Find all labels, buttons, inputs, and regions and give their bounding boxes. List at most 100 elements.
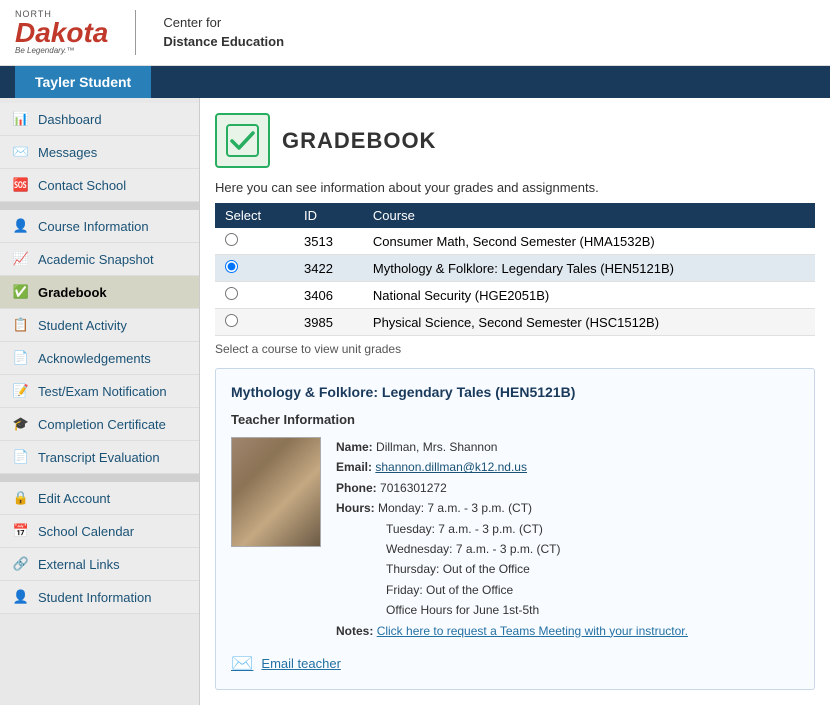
- teacher-email-link[interactable]: shannon.dillman@k12.nd.us: [375, 460, 527, 474]
- teacher-notes-link[interactable]: Click here to request a Teams Meeting wi…: [377, 624, 688, 638]
- sidebar-label-contact-school: Contact School: [38, 178, 126, 193]
- teacher-section-title: Teacher Information: [231, 412, 799, 427]
- table-row: 3513 Consumer Math, Second Semester (HMA…: [215, 228, 815, 255]
- gradebook-icon: ✅: [12, 283, 30, 301]
- logo-divider: [135, 10, 136, 55]
- sidebar-label-external-links: External Links: [38, 557, 120, 572]
- sidebar-item-gradebook[interactable]: ✅ Gradebook: [0, 276, 199, 309]
- radio-course-3[interactable]: [225, 287, 238, 300]
- teacher-email-label: Email:: [336, 460, 372, 474]
- gradebook-page-icon: [215, 113, 270, 168]
- logo-area: NORTH Dakota Be Legendary.™ Center for D…: [15, 10, 284, 55]
- sidebar-item-dashboard[interactable]: 📊 Dashboard: [0, 103, 199, 136]
- sidebar-item-transcript[interactable]: 📄 Transcript Evaluation: [0, 441, 199, 474]
- teacher-notes-row: Notes: Click here to request a Teams Mee…: [336, 621, 688, 641]
- teacher-hours-wed: Wednesday: 7 a.m. - 3 p.m. (CT): [336, 539, 688, 559]
- teacher-phone-row: Phone: 7016301272: [336, 478, 688, 498]
- row-course-3: National Security (HGE2051B): [363, 282, 815, 309]
- teacher-notes-label: Notes:: [336, 624, 373, 638]
- table-row: 3985 Physical Science, Second Semester (…: [215, 309, 815, 336]
- sidebar-label-academic-snapshot: Academic Snapshot: [38, 252, 154, 267]
- messages-icon: ✉️: [12, 143, 30, 161]
- course-info-icon: 👤: [12, 217, 30, 235]
- page-header: NORTH Dakota Be Legendary.™ Center for D…: [0, 0, 830, 66]
- edit-account-icon: 🔒: [12, 489, 30, 507]
- gradebook-page-header: Gradebook: [215, 113, 815, 168]
- teacher-details: Name: Dillman, Mrs. Shannon Email: shann…: [336, 437, 688, 641]
- sidebar-item-student-activity[interactable]: 📋 Student Activity: [0, 309, 199, 342]
- nav-bar: Tayler Student: [0, 66, 830, 98]
- sidebar-item-academic-snapshot[interactable]: 📈 Academic Snapshot: [0, 243, 199, 276]
- radio-course-2[interactable]: [225, 260, 238, 273]
- col-header-course: Course: [363, 203, 815, 228]
- sidebar-label-school-calendar: School Calendar: [38, 524, 134, 539]
- teacher-phone-value: 7016301272: [380, 481, 447, 495]
- student-activity-icon: 📋: [12, 316, 30, 334]
- student-info-icon: 👤: [12, 588, 30, 606]
- select-hint: Select a course to view unit grades: [215, 342, 815, 356]
- logo-legendary-text: Be Legendary.™: [15, 47, 108, 55]
- row-select-2[interactable]: [215, 255, 294, 282]
- sidebar-label-student-activity: Student Activity: [38, 318, 127, 333]
- sidebar-item-school-calendar[interactable]: 📅 School Calendar: [0, 515, 199, 548]
- teacher-layout: Name: Dillman, Mrs. Shannon Email: shann…: [231, 437, 799, 641]
- row-select-4[interactable]: [215, 309, 294, 336]
- teacher-hours-june: Office Hours for June 1st-5th: [336, 600, 688, 620]
- sidebar-item-test-exam[interactable]: 📝 Test/Exam Notification: [0, 375, 199, 408]
- gradebook-title: Gradebook: [282, 128, 436, 154]
- main-layout: 📊 Dashboard ✉️ Messages 🆘 Contact School…: [0, 98, 830, 705]
- teacher-hours-mon: Monday: 7 a.m. - 3 p.m. (CT): [378, 501, 532, 515]
- row-select-3[interactable]: [215, 282, 294, 309]
- col-header-id: ID: [294, 203, 363, 228]
- sidebar-separator-1: [0, 202, 199, 210]
- radio-course-4[interactable]: [225, 314, 238, 327]
- dashboard-icon: 📊: [12, 110, 30, 128]
- user-tab[interactable]: Tayler Student: [15, 66, 151, 98]
- teacher-hours-fri: Friday: Out of the Office: [336, 580, 688, 600]
- teacher-hours-tue: Tuesday: 7 a.m. - 3 p.m. (CT): [336, 519, 688, 539]
- sidebar-item-completion-cert[interactable]: 🎓 Completion Certificate: [0, 408, 199, 441]
- radio-course-1[interactable]: [225, 233, 238, 246]
- sidebar-separator-2: [0, 474, 199, 482]
- row-id-3: 3406: [294, 282, 363, 309]
- teacher-email-row: Email: shannon.dillman@k12.nd.us: [336, 457, 688, 477]
- nd-logo: NORTH Dakota Be Legendary.™: [15, 10, 108, 55]
- logo-dakota-text: Dakota: [15, 19, 108, 47]
- gradebook-intro: Here you can see information about your …: [215, 180, 815, 195]
- row-select-1[interactable]: [215, 228, 294, 255]
- cde-logo: Center for Distance Education: [163, 14, 284, 50]
- sidebar-item-external-links[interactable]: 🔗 External Links: [0, 548, 199, 581]
- row-course-2: Mythology & Folklore: Legendary Tales (H…: [363, 255, 815, 282]
- sidebar-item-student-info[interactable]: 👤 Student Information: [0, 581, 199, 614]
- content-area: Gradebook Here you can see information a…: [200, 98, 830, 705]
- sidebar-label-messages: Messages: [38, 145, 97, 160]
- sidebar-item-contact-school[interactable]: 🆘 Contact School: [0, 169, 199, 202]
- sidebar-label-test-exam: Test/Exam Notification: [38, 384, 167, 399]
- teacher-photo-image: [232, 438, 320, 546]
- school-calendar-icon: 📅: [12, 522, 30, 540]
- sidebar-label-acknowledgements: Acknowledgements: [38, 351, 151, 366]
- sidebar-item-acknowledgements[interactable]: 📄 Acknowledgements: [0, 342, 199, 375]
- test-exam-icon: 📝: [12, 382, 30, 400]
- sidebar-item-course-info[interactable]: 👤 Course Information: [0, 210, 199, 243]
- teacher-name-value: Dillman, Mrs. Shannon: [376, 440, 497, 454]
- sidebar-label-edit-account: Edit Account: [38, 491, 110, 506]
- row-id-1: 3513: [294, 228, 363, 255]
- sidebar-label-dashboard: Dashboard: [38, 112, 102, 127]
- sidebar-label-course-info: Course Information: [38, 219, 149, 234]
- teacher-hours-thu: Thursday: Out of the Office: [336, 559, 688, 579]
- cde-line1: Center for: [163, 14, 284, 32]
- email-icon: ✉️: [231, 653, 253, 674]
- acknowledgements-icon: 📄: [12, 349, 30, 367]
- course-table: Select ID Course 3513 Consumer Math, Sec…: [215, 203, 815, 336]
- sidebar: 📊 Dashboard ✉️ Messages 🆘 Contact School…: [0, 98, 200, 705]
- sidebar-item-edit-account[interactable]: 🔒 Edit Account: [0, 482, 199, 515]
- email-teacher-link[interactable]: ✉️ Email teacher: [231, 653, 799, 674]
- teacher-hours-row: Hours: Monday: 7 a.m. - 3 p.m. (CT): [336, 498, 688, 518]
- sidebar-item-messages[interactable]: ✉️ Messages: [0, 136, 199, 169]
- email-teacher-label: Email teacher: [261, 656, 340, 671]
- col-header-select: Select: [215, 203, 294, 228]
- completion-cert-icon: 🎓: [12, 415, 30, 433]
- sidebar-label-gradebook: Gradebook: [38, 285, 107, 300]
- contact-school-icon: 🆘: [12, 176, 30, 194]
